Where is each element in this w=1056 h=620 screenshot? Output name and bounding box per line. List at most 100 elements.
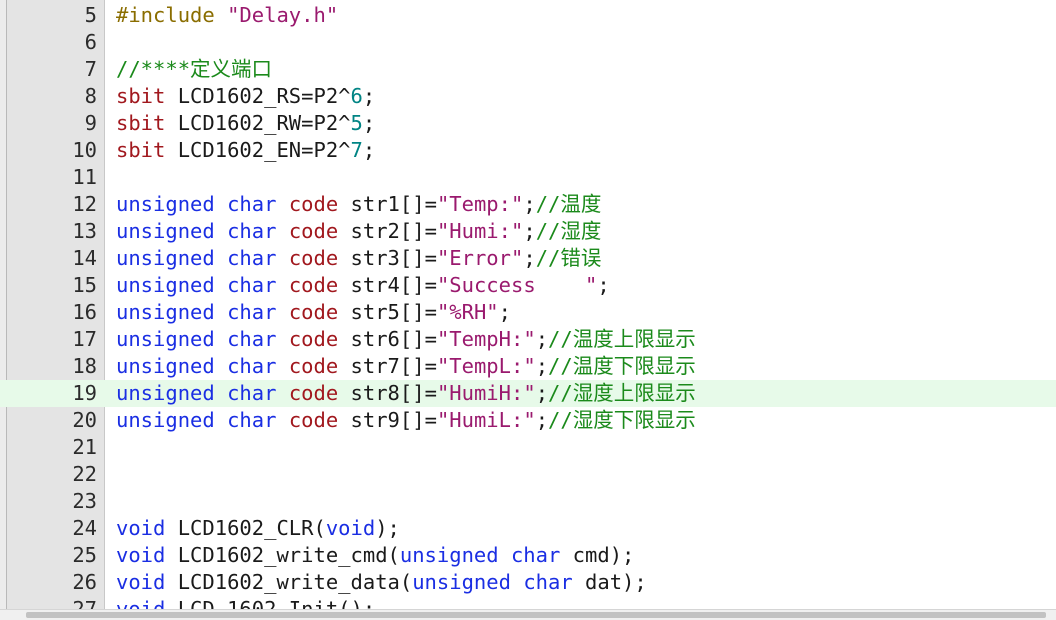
line-code[interactable]: void LCD1602_write_cmd(unsigned char cmd… — [116, 542, 634, 569]
code-line[interactable]: 25 void LCD1602_write_cmd(unsigned char c… — [0, 542, 1056, 569]
line-code[interactable]: unsigned char code str8[]="HumiH:";//湿度上… — [116, 380, 696, 407]
code-line[interactable]: 24 void LCD1602_CLR(void); — [0, 515, 1056, 542]
line-code[interactable]: unsigned char code str1[]="Temp:";//温度 — [116, 191, 601, 218]
code-token: "Success " — [436, 273, 598, 297]
code-token: char — [227, 408, 277, 432]
code-token: 5 — [350, 111, 363, 135]
code-line[interactable]: 18 unsigned char code str7[]="TempL:";//温… — [0, 353, 1056, 380]
line-number: 8 — [84, 84, 97, 108]
line-number: 14 — [72, 246, 97, 270]
line-code[interactable]: unsigned char code str7[]="TempL:";//温度下… — [116, 353, 696, 380]
code-token: code — [288, 381, 339, 405]
line-number: 19 — [72, 381, 97, 405]
code-token: void — [116, 516, 166, 540]
line-code[interactable]: sbit LCD1602_RW=P2^5; — [116, 110, 375, 137]
code-line[interactable]: 23 — [0, 488, 1056, 515]
line-number: 20 — [72, 408, 97, 432]
code-token: str2[]= — [338, 219, 437, 243]
code-line[interactable]: 11 — [0, 164, 1056, 191]
code-token: //湿度上限显示 — [548, 381, 696, 405]
code-token: char — [227, 327, 277, 351]
code-token: ; — [523, 192, 536, 216]
code-editor[interactable]: 5 #include "Delay.h" 6 7 //****定义端口 8 sbit LCD… — [0, 0, 1056, 610]
code-token: code — [288, 246, 339, 270]
line-code[interactable]: void LCD1602_write_data(unsigned char da… — [116, 569, 647, 596]
code-token: //湿度 — [535, 219, 602, 243]
line-code[interactable]: sbit LCD1602_EN=P2^7; — [116, 137, 375, 164]
code-token: ; — [523, 246, 536, 270]
code-token: //温度下限显示 — [548, 354, 696, 378]
line-number: 15 — [72, 273, 97, 297]
line-number: 11 — [72, 165, 97, 189]
code-line[interactable]: 27 void LCD_1602_Init(); — [0, 596, 1056, 610]
line-code[interactable]: unsigned char code str6[]="TempH:";//温度上… — [116, 326, 696, 353]
code-token: str4[]= — [338, 273, 437, 297]
line-number: 12 — [72, 192, 97, 216]
line-number: 10 — [72, 138, 97, 162]
code-line[interactable]: 22 — [0, 461, 1056, 488]
line-code[interactable]: sbit LCD1602_RS=P2^6; — [116, 83, 375, 110]
line-code[interactable]: void LCD1602_CLR(void); — [116, 515, 400, 542]
line-number: 16 — [72, 300, 97, 324]
line-number: 17 — [72, 327, 97, 351]
line-code[interactable]: unsigned char code str2[]="Humi:";//湿度 — [116, 218, 601, 245]
code-line[interactable]: 8 sbit LCD1602_RS=P2^6; — [0, 83, 1056, 110]
code-token: LCD1602_RW=P2^ — [165, 111, 351, 135]
code-line[interactable]: 14 unsigned char code str3[]="Error";//错误 — [0, 245, 1056, 272]
current-line[interactable]: 19 unsigned char code str8[]="HumiH:";//湿… — [0, 380, 1056, 407]
code-token: code — [288, 300, 339, 324]
code-line[interactable]: 13 unsigned char code str2[]="Humi:";//湿度 — [0, 218, 1056, 245]
code-token: ; — [597, 273, 610, 297]
code-line[interactable]: 16 unsigned char code str5[]="%RH"; — [0, 299, 1056, 326]
line-code[interactable]: unsigned char code str3[]="Error";//错误 — [116, 245, 601, 272]
code-line[interactable]: 17 unsigned char code str6[]="TempH:";//温… — [0, 326, 1056, 353]
code-lines[interactable]: 5 #include "Delay.h" 6 7 //****定义端口 8 sbit LCD… — [0, 2, 1056, 610]
code-line[interactable]: 20 unsigned char code str9[]="HumiL:";//湿… — [0, 407, 1056, 434]
code-line[interactable]: 26 void LCD1602_write_data(unsigned char … — [0, 569, 1056, 596]
code-line[interactable]: 10 sbit LCD1602_EN=P2^7; — [0, 137, 1056, 164]
line-code[interactable]: void LCD_1602_Init(); — [116, 596, 375, 610]
line-code[interactable]: //****定义端口 — [116, 56, 272, 83]
code-line[interactable]: 7 //****定义端口 — [0, 56, 1056, 83]
code-line[interactable]: 21 — [0, 434, 1056, 461]
code-token: //温度上限显示 — [548, 327, 696, 351]
code-token: "Delay.h" — [227, 3, 339, 27]
horizontal-scrollbar[interactable] — [0, 609, 1056, 620]
code-token: unsigned — [116, 327, 215, 351]
code-token: LCD1602_CLR( — [165, 516, 326, 540]
code-token: unsigned — [412, 570, 511, 594]
line-number: 5 — [84, 3, 97, 27]
code-line[interactable]: 12 unsigned char code str1[]="Temp:";//温度 — [0, 191, 1056, 218]
line-number: 26 — [72, 570, 97, 594]
code-token: //****定义端口 — [116, 57, 273, 81]
code-line[interactable]: 9 sbit LCD1602_RW=P2^5; — [0, 110, 1056, 137]
line-code[interactable]: #include "Delay.h" — [116, 2, 338, 29]
code-token: str5[]= — [338, 300, 437, 324]
code-token: str8[]= — [338, 381, 437, 405]
code-token: code — [288, 192, 339, 216]
line-number: 7 — [84, 57, 97, 81]
code-token: char — [227, 219, 277, 243]
line-code[interactable]: unsigned char code str5[]="%RH"; — [116, 299, 511, 326]
code-token: LCD1602_write_cmd( — [165, 543, 400, 567]
scrollbar-thumb[interactable] — [26, 612, 1046, 618]
line-code[interactable]: unsigned char code str4[]="Success "; — [116, 272, 610, 299]
code-token: sbit — [116, 111, 166, 135]
code-line[interactable]: 15 unsigned char code str4[]="Success "; — [0, 272, 1056, 299]
code-line[interactable]: 6 — [0, 29, 1056, 56]
code-token: "TempH:" — [436, 327, 536, 351]
line-code[interactable]: unsigned char code str9[]="HumiL:";//湿度下… — [116, 407, 696, 434]
line-number: 23 — [72, 489, 97, 513]
code-line[interactable]: 5 #include "Delay.h" — [0, 2, 1056, 29]
code-token: str7[]= — [338, 354, 437, 378]
